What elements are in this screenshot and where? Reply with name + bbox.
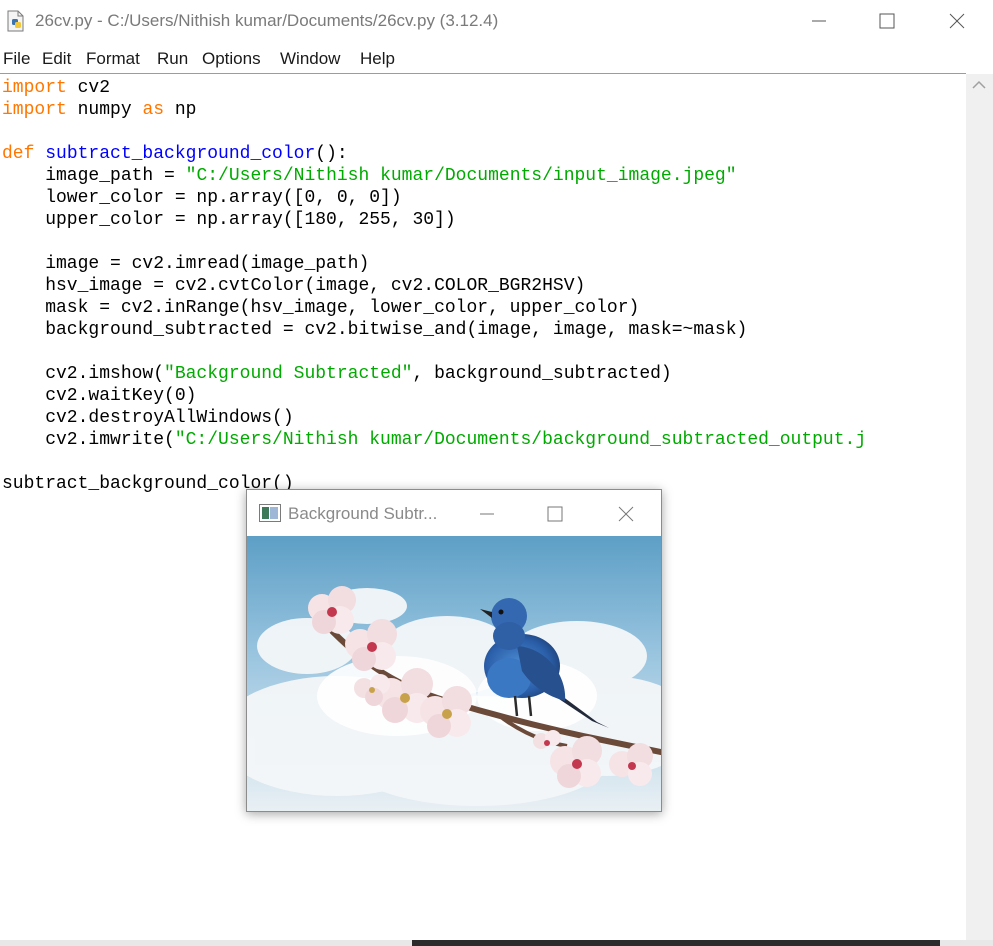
menu-edit[interactable]: Edit (42, 49, 71, 69)
string-literal: "C:/Users/Nithish kumar/Documents/input_… (185, 166, 737, 186)
code-fragment: numpy (66, 100, 143, 120)
bird-photo (247, 536, 661, 811)
code-line: upper_color = np.array([180, 255, 30]) (2, 210, 456, 230)
image-window-close-button[interactable] (596, 494, 656, 534)
python-file-icon (7, 10, 24, 32)
image-window-title-bar[interactable]: Background Subtr... (247, 490, 661, 536)
menu-options[interactable]: Options (202, 49, 261, 69)
string-literal: "C:/Users/Nithish kumar/Documents/backgr… (174, 430, 867, 450)
keyword: def (2, 144, 35, 164)
maximize-icon (879, 13, 895, 29)
code-line: cv2.destroyAllWindows() (2, 408, 294, 428)
menu-file[interactable]: File (3, 49, 30, 69)
scroll-up-icon[interactable] (972, 80, 986, 90)
close-icon (618, 506, 634, 522)
code-line: mask = cv2.inRange(hsv_image, lower_colo… (2, 298, 640, 318)
minimize-button[interactable] (784, 0, 854, 42)
code-fragment: cv2.imshow( (2, 364, 165, 384)
code-line: image = cv2.imread(image_path) (2, 254, 370, 274)
code-fragment: image_path = (2, 166, 186, 186)
keyword: import (2, 100, 67, 120)
code-fragment: np (164, 100, 197, 120)
opencv-window-icon (259, 504, 281, 522)
close-button[interactable] (922, 0, 992, 42)
code-line: cv2.waitKey(0) (2, 386, 197, 406)
image-window-minimize-button[interactable] (457, 494, 517, 534)
code-line: background_subtracted = cv2.bitwise_and(… (2, 320, 748, 340)
minimize-icon (812, 20, 826, 22)
vertical-scrollbar[interactable] (966, 74, 993, 940)
minimize-icon (480, 513, 494, 515)
string-literal: "Background Subtracted" (164, 364, 413, 384)
image-window[interactable]: Background Subtr... (246, 489, 662, 812)
code-fragment: , background_subtracted) (412, 364, 672, 384)
function-name: subtract_background_color (45, 144, 316, 164)
maximize-button[interactable] (852, 0, 922, 42)
close-icon (949, 13, 965, 29)
menu-bar: File Edit Format Run Options Window Help (0, 46, 993, 72)
menu-window[interactable]: Window (280, 49, 340, 69)
image-window-title: Background Subtr... (288, 504, 438, 523)
keyword: import (2, 78, 67, 98)
maximize-icon (547, 506, 563, 522)
code-fragment: cv2 (66, 78, 111, 98)
menu-help[interactable]: Help (360, 49, 395, 69)
code-line: lower_color = np.array([0, 0, 0]) (2, 188, 402, 208)
keyword: as (142, 100, 165, 120)
menu-format[interactable]: Format (86, 49, 140, 69)
code-line: hsv_image = cv2.cvtColor(image, cv2.COLO… (2, 276, 586, 296)
menu-run[interactable]: Run (157, 49, 188, 69)
title-bar: 26cv.py - C:/Users/Nithish kumar/Documen… (0, 0, 993, 44)
taskbar-edge (412, 940, 940, 946)
image-window-maximize-button[interactable] (525, 494, 585, 534)
window-title: 26cv.py - C:/Users/Nithish kumar/Documen… (35, 11, 499, 30)
code-text[interactable]: import cv2 import numpy as np def subtra… (2, 77, 866, 495)
code-fragment: (): (315, 144, 348, 164)
code-fragment: cv2.imwrite( (2, 430, 175, 450)
